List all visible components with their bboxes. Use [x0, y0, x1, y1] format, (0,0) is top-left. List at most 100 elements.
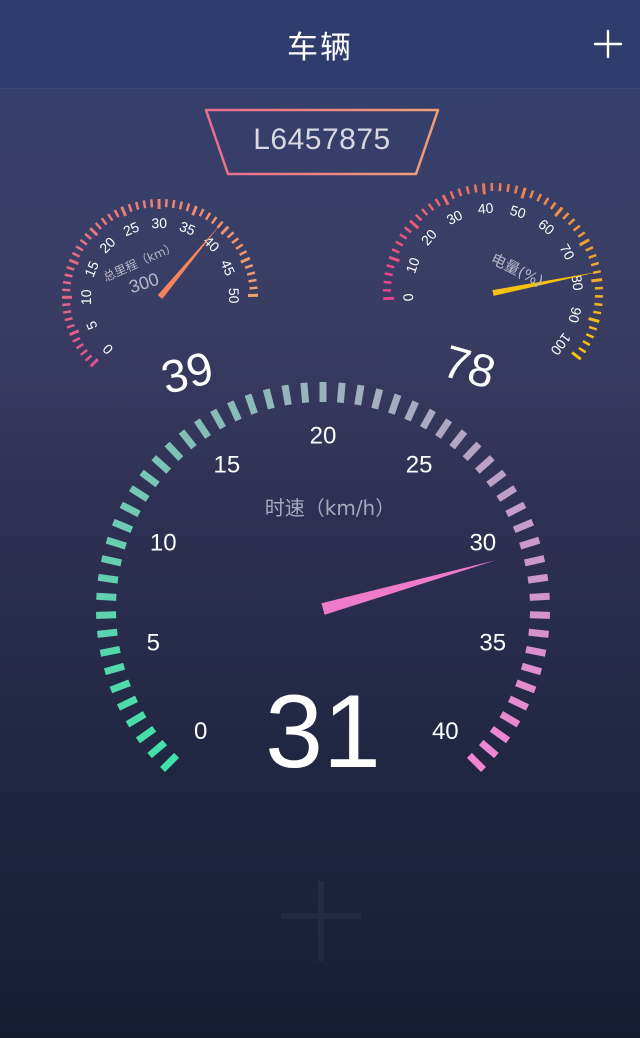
tick-mark	[536, 193, 543, 202]
tick-mark	[95, 611, 117, 619]
tick-label: 30	[444, 207, 465, 228]
tick-mark	[386, 264, 395, 269]
tick-mark	[147, 739, 168, 759]
tick-mark	[248, 278, 257, 283]
tick-mark	[528, 628, 549, 638]
tick-mark	[111, 518, 134, 534]
tick-mark	[520, 662, 543, 676]
tick-mark	[529, 611, 551, 619]
tick-label: 15	[214, 452, 241, 479]
tick-mark	[97, 573, 119, 584]
tick-label: 15	[81, 259, 102, 280]
tick-label: 35	[479, 629, 506, 656]
tick-mark	[524, 555, 546, 567]
tick-mark	[371, 388, 384, 410]
tick-mark	[594, 302, 603, 307]
tick-mark	[388, 393, 402, 415]
tick-label: 100	[547, 330, 574, 358]
tick-mark	[562, 212, 570, 220]
tick-mark	[571, 351, 582, 361]
tick-mark	[64, 273, 73, 278]
tick-label: 5	[83, 319, 101, 333]
tick-mark	[403, 226, 412, 234]
tick-mark	[383, 280, 392, 284]
tick-mark	[239, 250, 248, 257]
tick-mark	[507, 695, 530, 711]
tick-label: 20	[96, 234, 118, 256]
tick-mark	[404, 400, 419, 422]
tick-mark	[582, 340, 591, 347]
tick-mark	[515, 679, 537, 694]
tick-mark	[62, 288, 71, 292]
tick-label: 70	[557, 241, 579, 263]
tick-mark	[441, 194, 450, 206]
add-vehicle-button[interactable]	[586, 22, 630, 66]
tick-mark	[505, 501, 527, 518]
tick-mark	[474, 455, 495, 474]
tick-mark	[100, 217, 108, 226]
tick-mark	[105, 536, 127, 550]
tick-label: 30	[469, 529, 496, 556]
tick-label: 10	[402, 255, 422, 275]
tick-mark	[75, 343, 84, 350]
tick-mark	[62, 303, 71, 307]
tick-mark	[585, 333, 595, 339]
app-header: 车辆	[0, 0, 640, 89]
tick-mark	[235, 243, 244, 250]
tick-mark	[178, 429, 197, 450]
license-plate: L6457875	[202, 107, 442, 179]
tick-mark	[191, 205, 198, 216]
tick-mark	[543, 197, 550, 206]
tick-mark	[193, 418, 211, 439]
tick-mark	[262, 388, 275, 410]
tick-mark	[578, 346, 587, 354]
tick-label: 5	[147, 629, 160, 656]
tick-mark	[164, 441, 184, 461]
tick-mark	[506, 183, 510, 193]
tick-mark	[529, 592, 550, 601]
tick-mark	[120, 206, 127, 217]
page-title: 车辆	[287, 30, 353, 66]
tick-mark	[578, 238, 590, 247]
tick-mark	[64, 316, 73, 322]
tick-mark	[75, 245, 84, 252]
tick-label: 40	[432, 718, 459, 745]
tick-mark	[84, 354, 93, 362]
gauge-needle	[321, 560, 497, 615]
tick-mark	[109, 679, 131, 694]
tick-mark	[512, 518, 535, 534]
tick-mark	[62, 280, 72, 285]
tick-mark	[160, 752, 180, 772]
tick-mark	[116, 695, 139, 711]
tick-label: 90	[565, 305, 585, 324]
tick-label: 45	[217, 257, 238, 278]
tick-mark	[171, 199, 176, 209]
tick-mark	[220, 225, 230, 235]
tick-mark	[178, 201, 184, 210]
tick-mark	[577, 231, 586, 238]
tick-mark	[383, 296, 395, 301]
tick-mark	[593, 310, 602, 315]
tick-mark	[244, 393, 258, 415]
tick-label: 25	[406, 452, 433, 479]
tick-mark	[409, 219, 420, 230]
tick-mark	[481, 183, 486, 195]
tick-mark	[449, 190, 455, 200]
tick-label: 50	[508, 202, 528, 222]
tick-mark	[489, 725, 511, 744]
tick-label: 0	[194, 718, 207, 745]
tick-mark	[125, 711, 147, 728]
tick-label: 20	[310, 423, 337, 450]
tick-mark	[591, 278, 603, 283]
tick-mark	[590, 261, 600, 267]
tick-mark	[164, 199, 168, 208]
tick-mark	[142, 200, 147, 209]
tick-mark	[128, 485, 150, 502]
tick-mark	[354, 384, 365, 406]
tick-mark	[80, 348, 88, 356]
tick-mark	[572, 224, 581, 232]
speed-gauge: 0 5 10 15 20 25 30 35 40 31 时速（km/h）	[95, 382, 551, 790]
tick-mark	[185, 203, 191, 212]
tick-mark	[588, 317, 600, 323]
tick-mark	[134, 201, 140, 211]
